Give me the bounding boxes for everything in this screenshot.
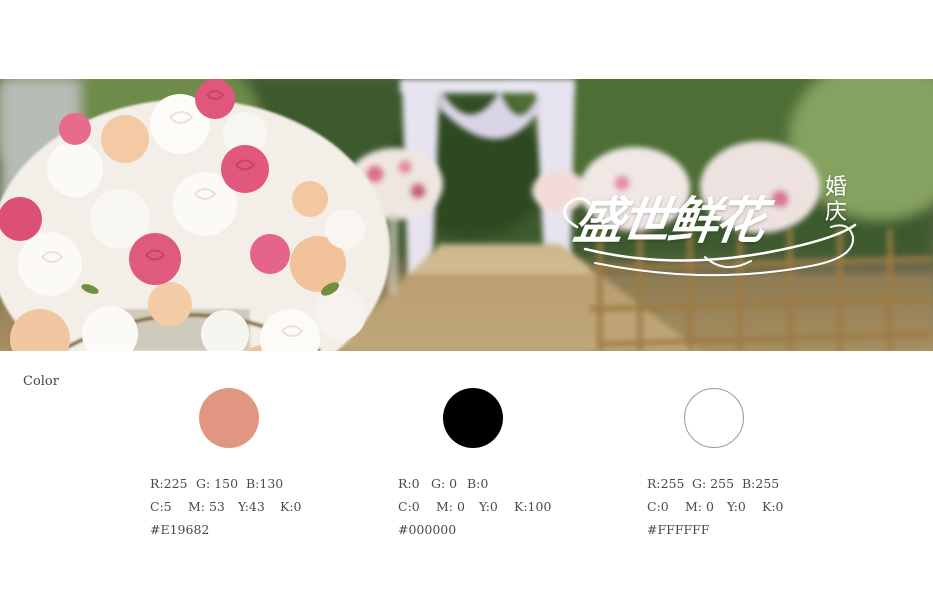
rgb-g: G: 150	[196, 476, 239, 491]
cmyk-row: C:0 M: 0 Y:0 K:0	[647, 495, 784, 518]
rgb-r: R:0	[398, 476, 420, 491]
rgb-r: R:255	[647, 476, 685, 491]
cmyk-c: C:0	[647, 499, 669, 514]
rgb-b: B:255	[742, 476, 780, 491]
rgb-row: R:0 G: 0 B:0	[398, 472, 551, 495]
cmyk-k: K:100	[514, 499, 552, 514]
section-label: Color	[23, 374, 59, 389]
hex-row: #E19682	[150, 522, 210, 537]
cmyk-y: Y:0	[727, 499, 746, 514]
hex-row: #000000	[398, 522, 457, 537]
swatch-values: R:0 G: 0 B:0 C:0 M: 0 Y:0 K:100 #000000	[398, 472, 551, 541]
cmyk-c: C:5	[150, 499, 172, 514]
cmyk-row: C:0 M: 0 Y:0 K:100	[398, 495, 551, 518]
cmyk-y: Y:0	[479, 499, 498, 514]
swatch-values: R:225 G: 150 B:130 C:5 M: 53 Y:43 K:0 #E19682	[150, 472, 302, 541]
cmyk-y: Y:43	[238, 499, 265, 514]
swatch-circle	[684, 388, 744, 448]
rgb-b: B:130	[246, 476, 284, 491]
rgb-g: G: 255	[692, 476, 735, 491]
swatch-circle	[443, 388, 503, 448]
cmyk-row: C:5 M: 53 Y:43 K:0	[150, 495, 302, 518]
color-swatch-3: R:255 G: 255 B:255 C:0 M: 0 Y:0 K:0 #FFFFFF	[647, 388, 895, 548]
swatch-values: R:255 G: 255 B:255 C:0 M: 0 Y:0 K:0 #FFFFFF	[647, 472, 784, 541]
rgb-row: R:225 G: 150 B:130	[150, 472, 302, 495]
cmyk-k: K:0	[762, 499, 784, 514]
color-swatch-1: R:225 G: 150 B:130 C:5 M: 53 Y:43 K:0 #E19682	[150, 388, 398, 548]
cmyk-m: M: 0	[436, 499, 465, 514]
cmyk-m: M: 53	[188, 499, 225, 514]
rgb-r: R:225	[150, 476, 188, 491]
cmyk-k: K:0	[280, 499, 302, 514]
brand-logo: 盛世鲜花 婚庆	[555, 175, 860, 351]
banner-photo: 盛世鲜花 婚庆	[0, 79, 933, 351]
rgb-g: G: 0	[431, 476, 458, 491]
hex-row: #FFFFFF	[647, 522, 710, 537]
swatch-circle	[199, 388, 259, 448]
cmyk-m: M: 0	[685, 499, 714, 514]
rgb-row: R:255 G: 255 B:255	[647, 472, 784, 495]
logo-title: 盛世鲜花	[570, 191, 767, 250]
logo-subtitle: 婚庆	[825, 175, 848, 225]
cmyk-c: C:0	[398, 499, 420, 514]
page: 盛世鲜花 婚庆 Color R:225 G: 150 B:130 C:5 M: 53 Y…	[0, 0, 933, 600]
color-swatch-2: R:0 G: 0 B:0 C:0 M: 0 Y:0 K:100 #000000	[398, 388, 646, 548]
rgb-b: B:0	[467, 476, 489, 491]
